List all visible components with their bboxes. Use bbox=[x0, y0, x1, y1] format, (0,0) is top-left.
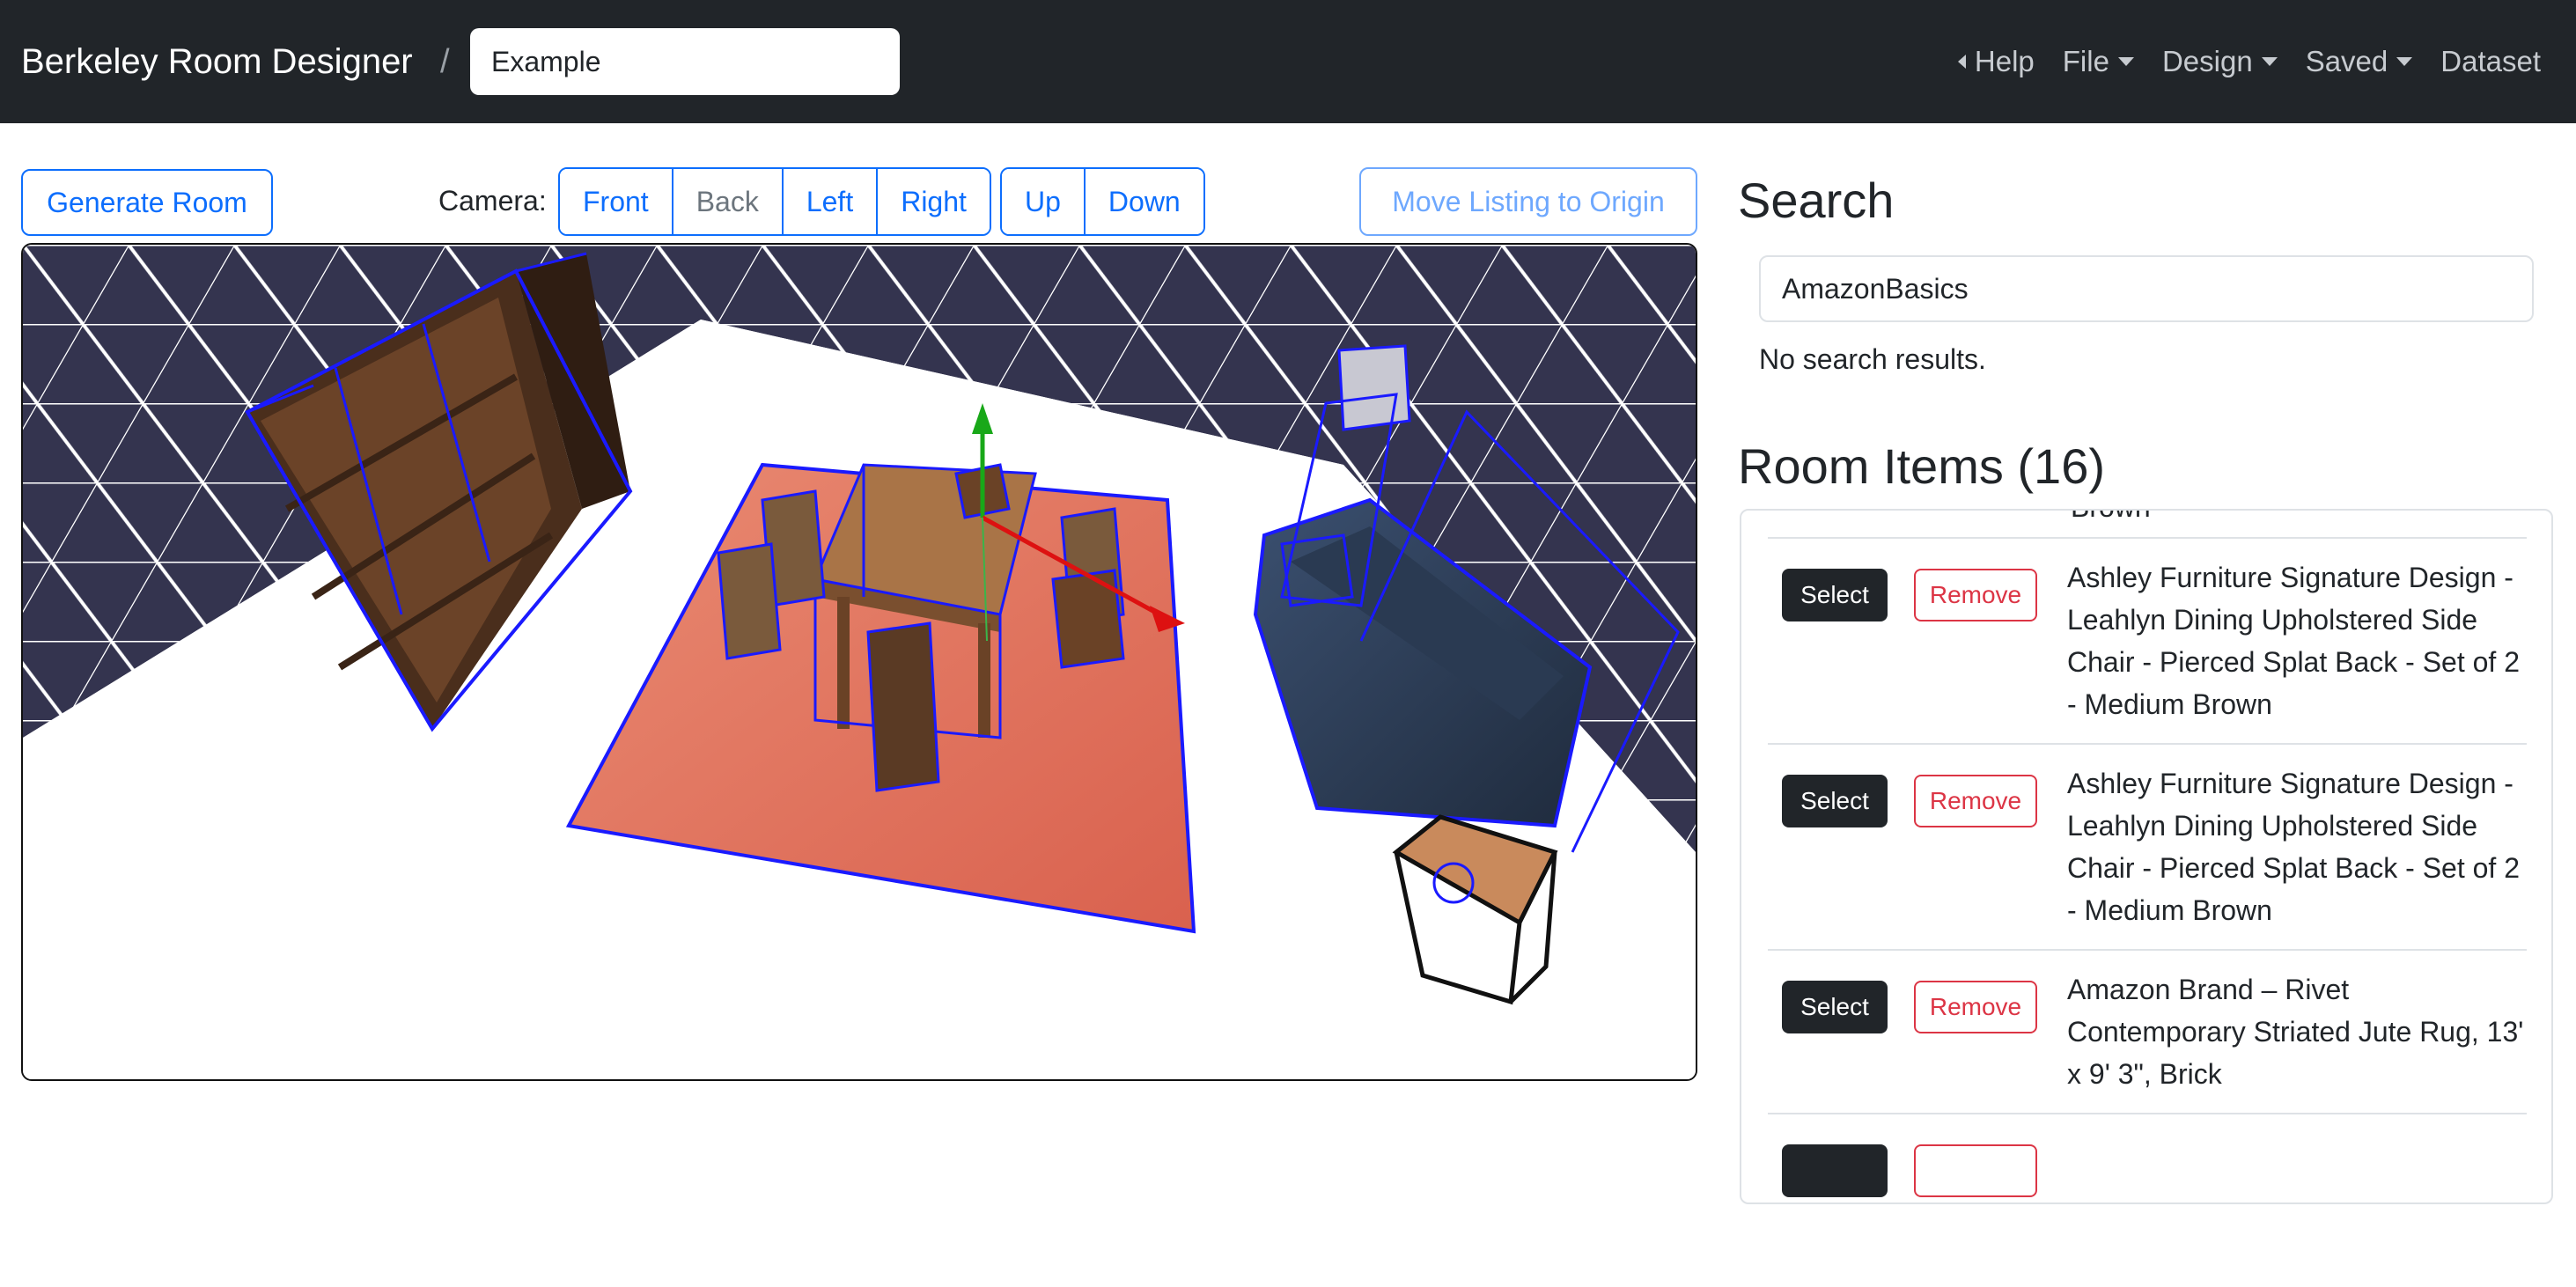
room-name-input[interactable] bbox=[470, 28, 900, 95]
top-navbar: Berkeley Room Designer / Help File Desig… bbox=[0, 0, 2576, 123]
breadcrumb-separator: / bbox=[440, 43, 450, 80]
app-title[interactable]: Berkeley Room Designer bbox=[21, 39, 413, 85]
remove-item-button[interactable]: Remove bbox=[1914, 775, 2037, 827]
item-title: Amazon Brand – Rivet Contemporary Striat… bbox=[2067, 974, 2524, 1090]
room-items-list[interactable]: Brown Select Remove Ashley Furniture Sig… bbox=[1740, 509, 2553, 1204]
search-status: No search results. bbox=[1759, 343, 1986, 375]
select-item-button[interactable]: Select bbox=[1782, 775, 1888, 827]
dataset-link[interactable]: Dataset bbox=[2440, 39, 2541, 85]
camera-vertical-group: Up Down bbox=[1000, 167, 1205, 236]
camera-down-button[interactable]: Down bbox=[1085, 169, 1203, 234]
camera-right-button[interactable]: Right bbox=[878, 169, 990, 234]
help-label: Help bbox=[1974, 45, 2035, 77]
room-items-scroll: Brown Select Remove Ashley Furniture Sig… bbox=[1768, 511, 2527, 1202]
select-item-button[interactable]: Select bbox=[1782, 981, 1888, 1033]
item-title: Ashley Furniture Signature Design - Leah… bbox=[2067, 768, 2520, 926]
saved-menu-label: Saved bbox=[2305, 45, 2388, 77]
saved-menu[interactable]: Saved bbox=[2306, 39, 2413, 85]
camera-view-group: Front Back Left Right bbox=[558, 167, 991, 236]
item-title: Brown bbox=[2071, 511, 2527, 528]
help-link[interactable]: Help bbox=[1957, 39, 2035, 85]
file-menu-label: File bbox=[2062, 45, 2109, 77]
move-listing-to-origin-button[interactable]: Move Listing to Origin bbox=[1359, 167, 1697, 236]
remove-item-button[interactable]: Remove bbox=[1914, 981, 2037, 1033]
caret-left-icon bbox=[1957, 55, 1966, 69]
list-item: Brown bbox=[1768, 511, 2527, 539]
design-menu-label: Design bbox=[2161, 45, 2253, 77]
generate-room-button[interactable]: Generate Room bbox=[21, 169, 273, 236]
list-item: Select Remove Ashley Furniture Signature… bbox=[1768, 745, 2527, 951]
file-menu[interactable]: File bbox=[2063, 39, 2134, 85]
camera-back-button[interactable]: Back bbox=[673, 169, 784, 234]
room-scene[interactable] bbox=[23, 245, 1696, 1079]
search-input[interactable] bbox=[1759, 255, 2534, 322]
search-heading: Search bbox=[1738, 173, 1895, 228]
dataset-label: Dataset bbox=[2440, 45, 2541, 77]
camera-up-button[interactable]: Up bbox=[1002, 169, 1086, 234]
remove-item-button[interactable] bbox=[1914, 1144, 2037, 1197]
caret-down-icon bbox=[2261, 57, 2278, 66]
room-items-heading: Room Items (16) bbox=[1738, 438, 2105, 494]
room-3d-viewport[interactable] bbox=[21, 243, 1697, 1081]
list-item: Select Remove Ashley Furniture Signature… bbox=[1768, 539, 2527, 745]
list-item: Select Remove Amazon Brand – Rivet Conte… bbox=[1768, 951, 2527, 1114]
caret-down-icon bbox=[2396, 57, 2413, 66]
camera-label: Camera: bbox=[438, 185, 547, 217]
remove-item-button[interactable]: Remove bbox=[1914, 569, 2037, 621]
list-item bbox=[1768, 1114, 2527, 1202]
nav-links: Help File Design Saved Dataset bbox=[1957, 39, 2541, 85]
caret-down-icon bbox=[2117, 57, 2134, 66]
select-item-button[interactable] bbox=[1782, 1144, 1888, 1197]
design-menu[interactable]: Design bbox=[2162, 39, 2278, 85]
item-title: Ashley Furniture Signature Design - Leah… bbox=[2067, 562, 2520, 720]
camera-front-button[interactable]: Front bbox=[560, 169, 673, 234]
select-item-button[interactable]: Select bbox=[1782, 569, 1888, 621]
camera-left-button[interactable]: Left bbox=[783, 169, 879, 234]
